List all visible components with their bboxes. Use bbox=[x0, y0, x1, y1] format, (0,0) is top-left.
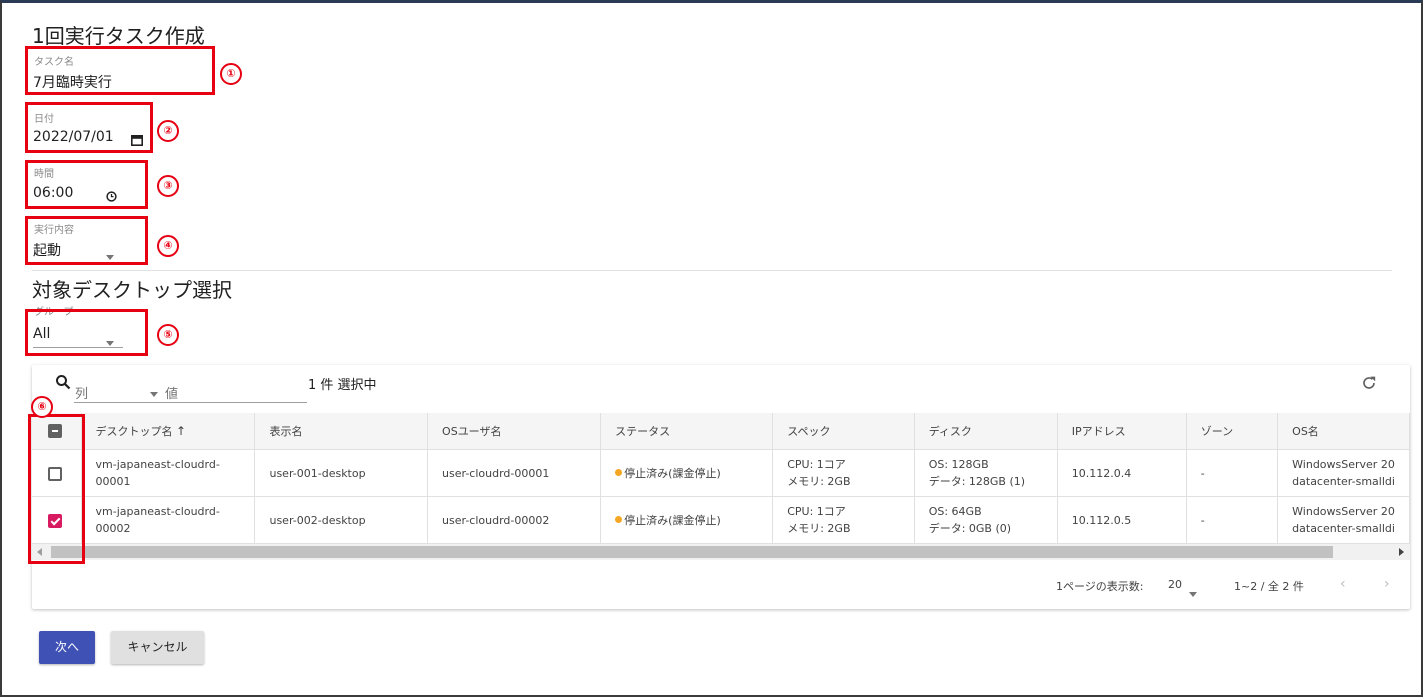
annotation-marker-4: ④ bbox=[157, 235, 179, 257]
column-header-desktop-name[interactable]: デスクトップ名 ↑ bbox=[81, 413, 256, 450]
horizontal-scrollbar[interactable] bbox=[32, 544, 1410, 560]
desktop-table: デスクトップ名 ↑ 表示名 OSユーザ名 ステータス スペック ディスク IPア… bbox=[32, 413, 1410, 544]
status-cell: 停止済み(課金停止) bbox=[600, 449, 774, 497]
next-button[interactable]: 次へ bbox=[39, 631, 95, 664]
os-name-cell: WindowsServer 20 datacenter-smalldi bbox=[1277, 496, 1410, 544]
status-dot-icon bbox=[615, 468, 623, 476]
cancel-button[interactable]: キャンセル bbox=[111, 631, 204, 664]
spec-cell: CPU: 1コア メモリ: 2GB bbox=[772, 496, 915, 544]
annotation-marker-3: ③ bbox=[157, 175, 179, 197]
scroll-right-icon[interactable] bbox=[1399, 548, 1404, 556]
annotation-marker-1: ① bbox=[220, 63, 242, 85]
zone-cell: - bbox=[1186, 496, 1279, 544]
spec-cell: CPU: 1コア メモリ: 2GB bbox=[772, 449, 915, 497]
table-row[interactable]: vm-japaneast-cloudrd- 00002 user-002-desk… bbox=[32, 496, 1410, 544]
table-row[interactable]: vm-japaneast-cloudrd- 00001 user-001-desk… bbox=[32, 449, 1410, 497]
desktop-name-cell: vm-japaneast-cloudrd- 00002 bbox=[81, 496, 256, 544]
search-icon[interactable] bbox=[55, 374, 71, 390]
annotation-box-6 bbox=[28, 414, 85, 564]
annotation-marker-2: ② bbox=[157, 120, 179, 142]
table-header-row: デスクトップ名 ↑ 表示名 OSユーザ名 ステータス スペック ディスク IPア… bbox=[32, 413, 1410, 450]
pagination-range: 1~2 / 全 2 件 bbox=[1234, 580, 1304, 593]
annotation-box-4 bbox=[25, 216, 148, 265]
os-user-cell: user-cloudrd-00001 bbox=[427, 449, 602, 497]
ip-cell: 10.112.0.5 bbox=[1057, 496, 1187, 544]
display-name-cell: user-002-desktop bbox=[254, 496, 429, 544]
section-divider bbox=[32, 270, 1392, 271]
annotation-box-2 bbox=[25, 102, 153, 153]
column-header-status[interactable]: ステータス bbox=[600, 413, 774, 450]
chevron-down-icon[interactable] bbox=[150, 382, 158, 401]
column-header-os-name[interactable]: OS名 bbox=[1277, 413, 1410, 450]
next-page-icon[interactable]: › bbox=[1384, 576, 1390, 592]
column-filter-select[interactable]: 列 bbox=[75, 383, 88, 402]
annotation-box-3 bbox=[25, 160, 148, 209]
page-title: 1回実行タスク作成 bbox=[32, 24, 205, 48]
selected-count: 1 件 選択中 bbox=[308, 378, 377, 393]
rows-per-page-label: 1ページの表示数: bbox=[1056, 580, 1144, 593]
annotation-marker-5: ⑤ bbox=[157, 324, 179, 346]
annotation-box-5 bbox=[25, 309, 148, 356]
section-title: 対象デスクトップ選択 bbox=[32, 278, 232, 302]
status-cell: 停止済み(課金停止) bbox=[600, 496, 774, 544]
os-user-cell: user-cloudrd-00002 bbox=[427, 496, 602, 544]
refresh-icon[interactable] bbox=[1360, 374, 1378, 392]
chevron-down-icon[interactable] bbox=[1189, 582, 1197, 601]
rows-per-page-select[interactable]: 20 bbox=[1168, 578, 1182, 591]
value-filter-input[interactable]: 値 bbox=[165, 383, 178, 402]
scrollbar-thumb[interactable] bbox=[51, 546, 1333, 558]
annotation-marker-6: ⑥ bbox=[31, 396, 53, 418]
prev-page-icon[interactable]: ‹ bbox=[1340, 576, 1346, 592]
status-dot-icon bbox=[615, 515, 623, 523]
ip-cell: 10.112.0.4 bbox=[1057, 449, 1187, 497]
sort-asc-icon[interactable]: ↑ bbox=[176, 424, 186, 438]
filter-underline bbox=[74, 402, 307, 403]
column-header-zone[interactable]: ゾーン bbox=[1186, 413, 1279, 450]
display-name-cell: user-001-desktop bbox=[254, 449, 429, 497]
column-header-os-user[interactable]: OSユーザ名 bbox=[427, 413, 602, 450]
column-header-display-name[interactable]: 表示名 bbox=[254, 413, 429, 450]
desktop-name-cell: vm-japaneast-cloudrd- 00001 bbox=[81, 449, 256, 497]
os-name-cell: WindowsServer 20 datacenter-smalldi bbox=[1277, 449, 1410, 497]
column-header-disk[interactable]: ディスク bbox=[914, 413, 1058, 450]
column-header-spec[interactable]: スペック bbox=[772, 413, 915, 450]
column-header-ip[interactable]: IPアドレス bbox=[1057, 413, 1187, 450]
annotation-box-1 bbox=[25, 46, 215, 95]
disk-cell: OS: 128GB データ: 128GB (1) bbox=[914, 449, 1058, 497]
zone-cell: - bbox=[1186, 449, 1279, 497]
desktop-table-card: 列 値 1 件 選択中 デスクトップ名 ↑ 表示名 OSユーザ名 ステータス ス… bbox=[32, 365, 1410, 609]
disk-cell: OS: 64GB データ: 0GB (0) bbox=[914, 496, 1058, 544]
